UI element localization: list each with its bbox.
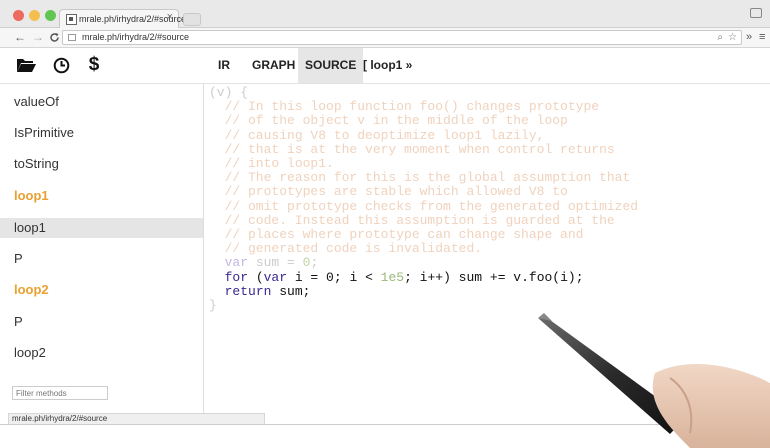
reload-button[interactable]	[49, 30, 60, 46]
code-line: // prototypes are stable which allowed V…	[209, 185, 568, 199]
code-token: 1e5	[380, 269, 405, 285]
code-token: // The reason for this is the global ass…	[209, 170, 631, 186]
code-line: // generated code is invalidated.	[209, 242, 482, 256]
browser-tab[interactable]: mrale.ph/irhydra/2/#source ×	[59, 9, 186, 28]
code-line: // that is at the very moment when contr…	[209, 141, 615, 157]
code-token: for	[224, 269, 249, 285]
code-token: var	[224, 255, 249, 271]
code-line: var sum = 0;	[209, 255, 319, 271]
method-group-header[interactable]: loop2	[0, 280, 203, 300]
app-header: $ IR GRAPH SOURCE [ loop1 »	[0, 48, 770, 84]
code-token: 0	[326, 269, 334, 285]
code-token: // of the object v in the middle of the …	[209, 113, 568, 129]
code-line: // The reason for this is the global ass…	[209, 170, 631, 186]
new-tab-button[interactable]	[183, 13, 201, 26]
code-token: (v) {	[209, 85, 249, 100]
method-item[interactable]: toString	[0, 154, 203, 174]
code-token: (	[248, 269, 264, 285]
code-token: i =	[287, 269, 327, 285]
code-token: // into loop1.	[209, 156, 334, 171]
method-item[interactable]: IsPrimitive	[0, 123, 203, 143]
profile-icon[interactable]	[750, 8, 762, 18]
forward-button[interactable]: →	[32, 30, 44, 44]
address-url: mrale.ph/irhydra/2/#source	[82, 32, 190, 42]
method-list: valueOf IsPrimitive toString loop1 loop1…	[0, 84, 204, 424]
code-token: // code. Instead this assumption is guar…	[209, 212, 615, 228]
code-line: // places where prototype can change sha…	[209, 227, 584, 242]
code-token: // places where prototype can change sha…	[209, 227, 584, 242]
menu-graph[interactable]: GRAPH	[245, 48, 302, 83]
back-button[interactable]: ←	[14, 30, 26, 44]
clock-icon[interactable]	[51, 55, 71, 75]
code-line: // causing V8 to deoptimize loop1 lazily…	[209, 127, 545, 143]
code-line: // into loop1.	[209, 157, 334, 171]
method-item[interactable]: valueOf	[0, 92, 203, 112]
method-item-selected[interactable]: loop1	[0, 218, 203, 238]
code-token: ;	[310, 255, 319, 271]
method-group-header[interactable]: loop1	[0, 186, 203, 206]
method-item[interactable]: P	[0, 312, 203, 332]
minimize-window-button[interactable]	[29, 10, 40, 21]
chrome-menu-icon[interactable]: ≡	[759, 30, 765, 44]
code-token: // omit prototype checks from the genera…	[209, 198, 639, 214]
code-line: }	[209, 299, 217, 313]
bookmark-star-icon[interactable]: ☆	[728, 31, 737, 44]
menu-current-function[interactable]: [ loop1 »	[356, 48, 419, 83]
tab-close-icon[interactable]: ×	[167, 11, 173, 23]
code-token: sum;	[271, 283, 311, 299]
code-token: // In this loop function foo() changes p…	[209, 99, 600, 115]
code-line: // In this loop function foo() changes p…	[209, 100, 599, 114]
browser-toolbar: ← → mrale.ph/irhydra/2/#source ⌕ ☆ » ≡	[0, 28, 770, 48]
code-token: sum =	[248, 255, 303, 271]
code-line: // of the object v in the middle of the …	[209, 114, 568, 128]
method-item[interactable]: loop2	[0, 343, 203, 363]
close-window-button[interactable]	[13, 10, 24, 21]
code-token: return	[224, 283, 272, 299]
address-bar[interactable]: mrale.ph/irhydra/2/#source ⌕ ☆	[62, 30, 742, 45]
page-icon	[68, 34, 76, 41]
code-line: // code. Instead this assumption is guar…	[209, 212, 615, 228]
code-token: var	[263, 269, 288, 285]
code-token: ; i <	[333, 269, 381, 285]
pen-hand-overlay	[538, 313, 770, 448]
code-line: // omit prototype checks from the genera…	[209, 198, 639, 214]
dollar-icon[interactable]: $	[87, 55, 101, 75]
code-token: ; i++) sum += v.foo(i);	[404, 269, 584, 285]
more-extensions-button[interactable]: »	[746, 30, 752, 44]
code-token: // causing V8 to deoptimize loop1 lazily…	[209, 127, 545, 143]
code-line: for (var i = 0; i < 1e5; i++) sum += v.f…	[209, 269, 584, 285]
favicon-icon	[66, 14, 77, 25]
method-item[interactable]: P	[0, 249, 203, 269]
code-line: (v) {	[209, 86, 248, 100]
code-line: return sum;	[209, 283, 311, 299]
maximize-window-button[interactable]	[45, 10, 56, 21]
menu-source[interactable]: SOURCE	[298, 48, 364, 83]
folder-open-icon[interactable]	[15, 55, 37, 75]
browser-tab-bar: mrale.ph/irhydra/2/#source ×	[0, 0, 770, 28]
code-token: }	[209, 298, 217, 313]
code-token: // generated code is invalidated.	[209, 241, 483, 257]
filter-methods-input[interactable]	[12, 386, 108, 400]
code-token: // that is at the very moment when contr…	[209, 141, 615, 157]
menu-ir[interactable]: IR	[211, 48, 237, 83]
code-token: // prototypes are stable which allowed V…	[209, 184, 568, 200]
zoom-icon[interactable]: ⌕	[717, 31, 723, 44]
